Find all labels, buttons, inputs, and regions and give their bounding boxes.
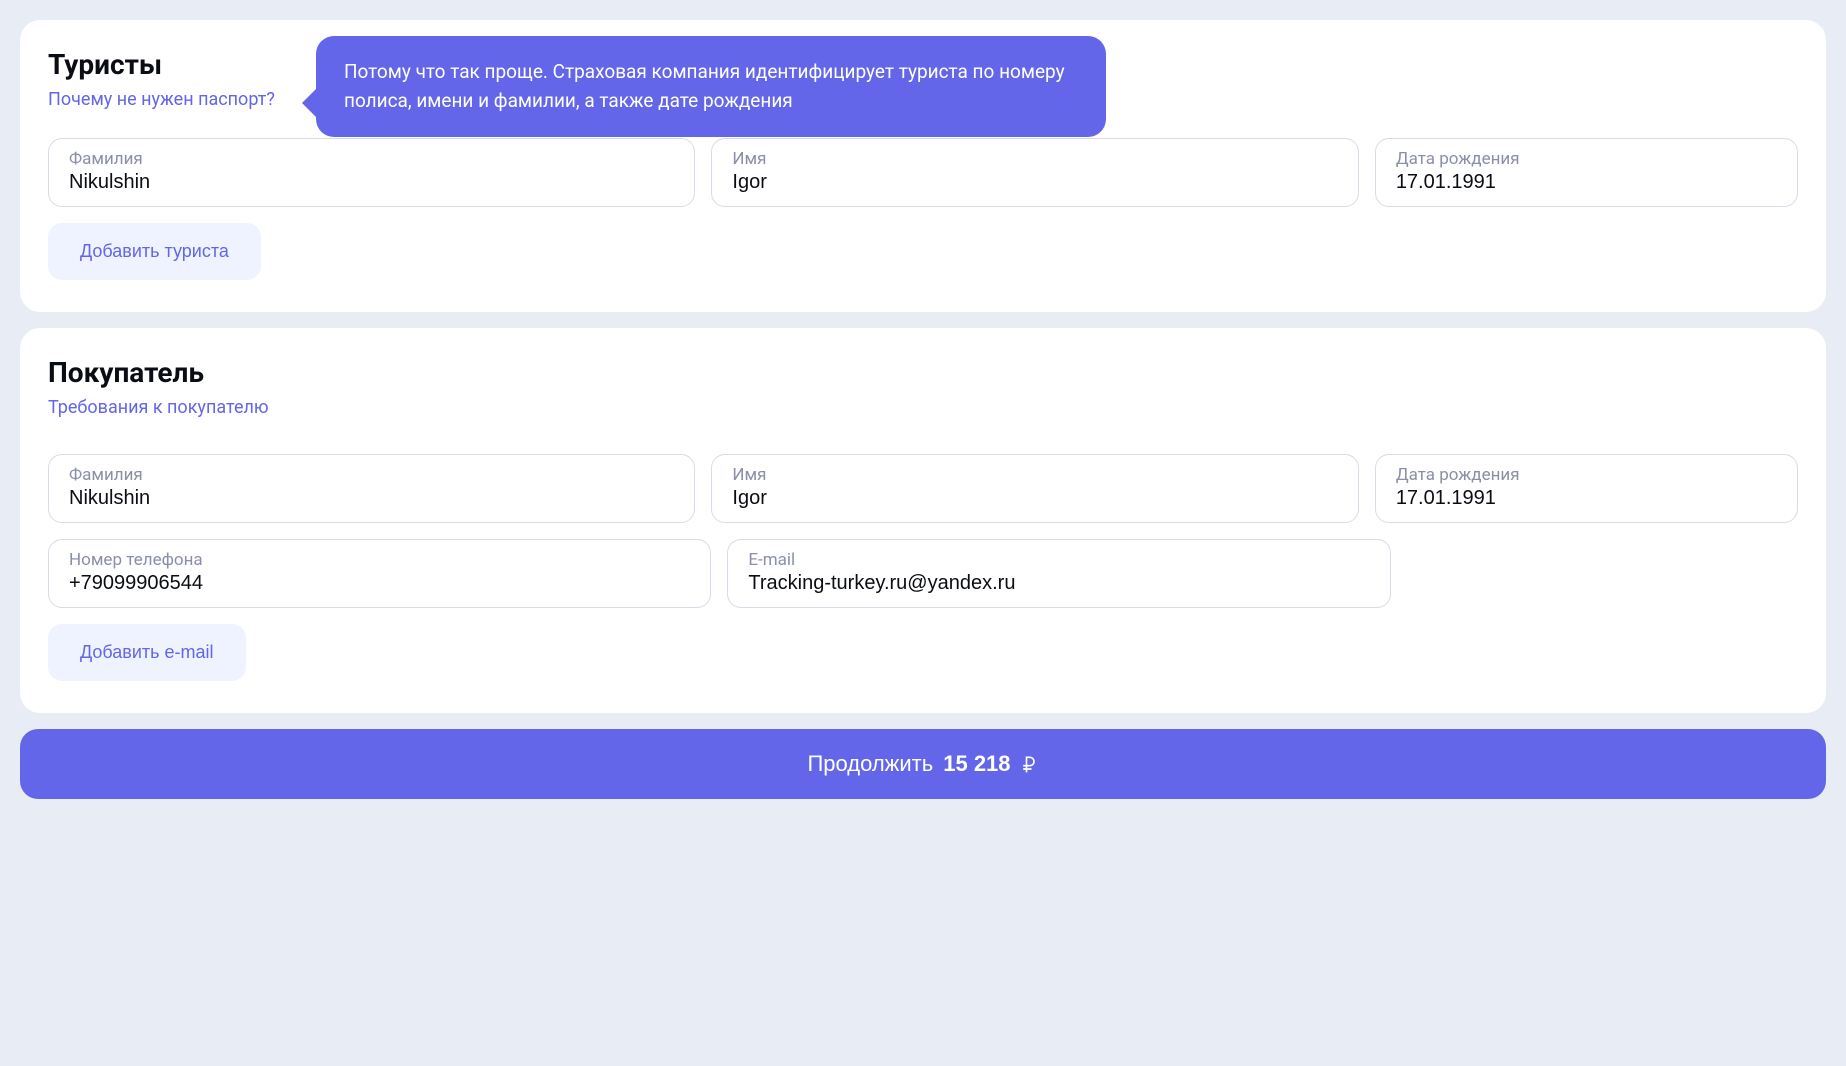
buyer-birthdate-input[interactable] <box>1396 487 1777 510</box>
add-email-button[interactable]: Добавить e-mail <box>48 624 246 681</box>
tourist-form-row: Фамилия Имя Дата рождения <box>48 138 1798 207</box>
continue-price: 15 218 <box>943 751 1010 777</box>
ruble-icon <box>1019 754 1039 774</box>
buyer-birthdate-label: Дата рождения <box>1396 465 1777 485</box>
buyer-birthdate-field[interactable]: Дата рождения <box>1375 454 1798 523</box>
birthdate-label: Дата рождения <box>1396 149 1777 169</box>
tourist-surname-input[interactable] <box>69 171 674 194</box>
tourist-name-field[interactable]: Имя <box>711 138 1358 207</box>
tourists-header: Туристы Почему не нужен паспорт? Потому … <box>48 48 1798 110</box>
continue-label: Продолжить <box>807 751 933 777</box>
buyer-phone-label: Номер телефона <box>69 550 690 570</box>
buyer-email-input[interactable] <box>748 572 1369 595</box>
tourist-birthdate-field[interactable]: Дата рождения <box>1375 138 1798 207</box>
tourist-name-input[interactable] <box>732 171 1337 194</box>
buyer-spacer <box>1407 539 1798 608</box>
tourist-surname-field[interactable]: Фамилия <box>48 138 695 207</box>
continue-button[interactable]: Продолжить 15 218 <box>20 729 1826 799</box>
buyer-surname-label: Фамилия <box>69 465 674 485</box>
buyer-surname-field[interactable]: Фамилия <box>48 454 695 523</box>
buyer-name-input[interactable] <box>732 487 1337 510</box>
buyer-email-field[interactable]: E-mail <box>727 539 1390 608</box>
buyer-requirements-link[interactable]: Требования к покупателю <box>48 397 269 418</box>
passport-tooltip: Потому что так проще. Страховая компания… <box>316 36 1106 137</box>
buyer-phone-field[interactable]: Номер телефона <box>48 539 711 608</box>
add-tourist-button[interactable]: Добавить туриста <box>48 223 261 280</box>
buyer-header: Покупатель Требования к покупателю <box>48 356 1798 418</box>
buyer-title: Покупатель <box>48 356 1798 389</box>
buyer-card: Покупатель Требования к покупателю Фамил… <box>20 328 1826 713</box>
buyer-surname-input[interactable] <box>69 487 674 510</box>
name-label: Имя <box>732 149 1337 169</box>
buyer-name-field[interactable]: Имя <box>711 454 1358 523</box>
buyer-name-label: Имя <box>732 465 1337 485</box>
buyer-phone-input[interactable] <box>69 572 690 595</box>
buyer-form-row-1: Фамилия Имя Дата рождения <box>48 454 1798 523</box>
surname-label: Фамилия <box>69 149 674 169</box>
passport-info-link[interactable]: Почему не нужен паспорт? <box>48 89 275 110</box>
buyer-form-row-2: Номер телефона E-mail <box>48 539 1798 608</box>
buyer-email-label: E-mail <box>748 550 1369 570</box>
tourist-birthdate-input[interactable] <box>1396 171 1777 194</box>
tourists-card: Туристы Почему не нужен паспорт? Потому … <box>20 20 1826 312</box>
